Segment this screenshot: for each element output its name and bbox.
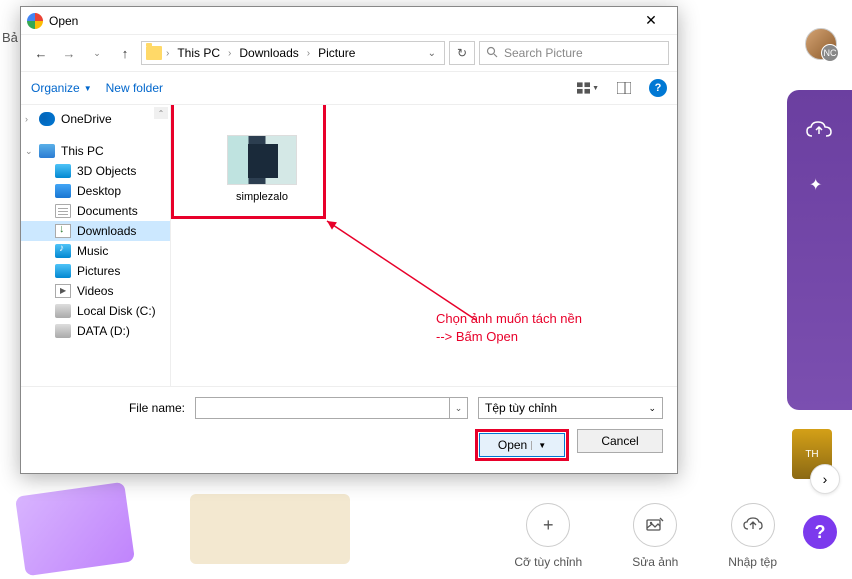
path-segment[interactable]: Downloads [235,44,302,62]
cloud-upload-icon[interactable] [805,120,833,145]
disk-icon [55,304,71,318]
up-button[interactable]: ↑ [113,41,137,65]
bg-thumb2 [190,494,350,564]
sidebar-item-data-d-[interactable]: DATA (D:) [21,321,170,341]
refresh-button[interactable]: ↻ [449,41,475,65]
bg-actions: + Cỡ tùy chỉnh Sửa ảnh Nhập tệp [514,503,777,569]
pc-icon [39,144,55,158]
path-box[interactable]: › This PC › Downloads › Picture ⌄ [141,41,445,65]
search-icon [486,46,498,61]
path-separator: › [228,48,231,59]
chevron-icon: ⌄ [25,146,33,157]
search-placeholder: Search Picture [504,46,583,60]
sidebar-item-this-pc[interactable]: ⌄ This PC [21,141,170,161]
sidebar-item-local-disk-c-[interactable]: Local Disk (C:) [21,301,170,321]
filename-label: File name: [129,401,185,415]
side-panel: ✦ [787,90,852,410]
titlebar: Open ✕ [21,7,677,35]
sidebar-item-3d-objects[interactable]: 3D Objects [21,161,170,181]
organize-menu[interactable]: Organize▼ [31,81,92,95]
sidebar: ⌃ ›OneDrive⌄This PC3D ObjectsDesktopDocu… [21,105,171,386]
avatar-badge: NC [821,44,839,62]
tree-label: This PC [61,144,104,158]
annotation-open-highlight: Open▼ [475,429,569,461]
open-dialog: Open ✕ ← → ⌄ ↑ › This PC › Downloads › P… [20,6,678,474]
toolbar: Organize▼ New folder ▼ ? [21,71,677,105]
sidebar-item-desktop[interactable]: Desktop [21,181,170,201]
tree-label: Documents [77,204,138,218]
bg-text: Bả [2,30,18,45]
file-thumbnail [227,135,297,185]
file-list[interactable]: simplezalo Chọn ảnh muốn tách nền --> Bấ… [171,105,677,386]
action-edit-image[interactable]: Sửa ảnh [632,503,678,569]
action-custom-size[interactable]: + Cỡ tùy chỉnh [514,503,582,569]
path-dropdown[interactable]: ⌄ [424,48,440,59]
footer: File name: ⌄ Tệp tùy chỉnh⌄ Open▼ Cancel [21,386,677,473]
action-import-file[interactable]: Nhập tệp [728,503,777,569]
sidebar-item-music[interactable]: Music [21,241,170,261]
filename-dropdown[interactable]: ⌄ [450,397,468,419]
edit-icon [633,503,677,547]
path-segment[interactable]: Picture [314,44,359,62]
action-label: Sửa ảnh [632,555,678,569]
upload-icon [731,503,775,547]
sparkle-icon: ✦ [809,175,822,195]
path-separator: › [307,48,310,59]
videos-icon [55,284,71,298]
sidebar-item-documents[interactable]: Documents [21,201,170,221]
folder-icon [146,46,162,60]
onedrive-icon [39,112,55,126]
help-button[interactable]: ? [649,79,667,97]
chevron-icon: › [25,114,28,124]
action-label: Nhập tệp [728,555,777,569]
path-separator: › [166,48,169,59]
chrome-icon [27,13,43,29]
pics-icon [55,264,71,278]
dialog-title: Open [49,14,631,28]
avatar[interactable]: NC [805,28,837,60]
cancel-button[interactable]: Cancel [577,429,663,453]
filetype-select[interactable]: Tệp tùy chỉnh⌄ [478,397,663,419]
tree-label: Videos [77,284,113,298]
body: ⌃ ›OneDrive⌄This PC3D ObjectsDesktopDocu… [21,105,677,386]
view-icons-button[interactable]: ▼ [577,77,599,99]
close-button[interactable]: ✕ [631,7,671,35]
navbar: ← → ⌄ ↑ › This PC › Downloads › Picture … [21,35,677,71]
new-folder-button[interactable]: New folder [106,81,163,95]
action-label: Cỡ tùy chỉnh [514,555,582,569]
recent-dropdown[interactable]: ⌄ [85,41,109,65]
desktop-icon [55,184,71,198]
tree-label: OneDrive [61,112,112,126]
filename-input[interactable] [195,397,450,419]
annotation-text: Chọn ảnh muốn tách nền --> Bấm Open [436,310,582,346]
tree-label: Music [77,244,108,258]
docs-icon [55,204,71,218]
downloads-icon [55,224,71,238]
path-segment[interactable]: This PC [173,44,224,62]
tree-label: Pictures [77,264,120,278]
disk-icon [55,324,71,338]
preview-pane-button[interactable] [613,77,635,99]
sidebar-item-onedrive[interactable]: › OneDrive [21,109,170,129]
sidebar-item-pictures[interactable]: Pictures [21,261,170,281]
annotation-arrow [321,215,481,325]
tree-label: Downloads [77,224,136,238]
tree-label: Desktop [77,184,121,198]
search-box[interactable]: Search Picture [479,41,669,65]
music-icon [55,244,71,258]
forward-button[interactable]: → [57,41,81,65]
tree-label: DATA (D:) [77,324,130,338]
3d-icon [55,164,71,178]
tree-label: Local Disk (C:) [77,304,156,318]
plus-icon: + [526,503,570,547]
sidebar-item-videos[interactable]: Videos [21,281,170,301]
bg-thumb [15,482,135,577]
sidebar-item-downloads[interactable]: Downloads [21,221,170,241]
tree-label: 3D Objects [77,164,136,178]
open-button[interactable]: Open▼ [479,433,565,457]
back-button[interactable]: ← [29,41,53,65]
